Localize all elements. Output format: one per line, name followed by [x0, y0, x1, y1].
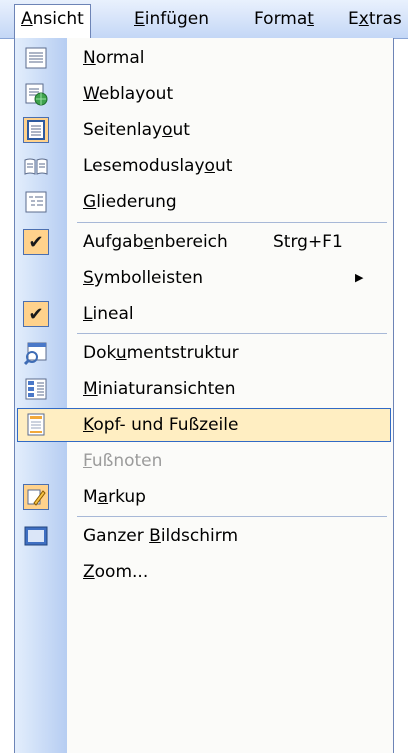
menu-item-symbolleisten[interactable]: Symbolleisten ▶ [15, 260, 393, 296]
menu-item-markup[interactable]: Markup [15, 479, 393, 515]
menu-separator [77, 222, 387, 223]
menubar-item-einfuegen[interactable]: Einfügen [128, 4, 215, 34]
outline-view-icon [22, 188, 50, 216]
menu-item-gliederung[interactable]: Gliederung [15, 184, 393, 220]
menu-item-zoom[interactable]: Zoom... [15, 554, 393, 590]
menu-item-normal[interactable]: Normal [15, 40, 393, 76]
menu-item-lesemoduslayout[interactable]: Lesemoduslayout [15, 148, 393, 184]
menu-separator [77, 516, 387, 517]
reading-layout-icon [22, 152, 50, 180]
menu-item-miniaturansichten[interactable]: Miniaturansichten [15, 371, 393, 407]
full-screen-icon [22, 522, 50, 550]
submenu-arrow-icon: ▶ [355, 271, 364, 284]
thumbnails-icon [22, 375, 50, 403]
web-layout-icon [22, 80, 50, 108]
menubar-item-format[interactable]: Format [248, 4, 320, 34]
markup-icon [23, 484, 49, 510]
page-layout-icon [23, 117, 49, 143]
checkmark-icon: ✔ [23, 301, 49, 327]
checkmark-icon: ✔ [23, 229, 49, 255]
menu-item-seitenlayout[interactable]: Seitenlayout [15, 112, 393, 148]
document-map-icon [22, 339, 50, 367]
menu-item-aufgabenbereich[interactable]: ✔ Aufgabenbereich Strg+F1 [15, 224, 393, 260]
view-dropdown-menu: Normal Weblayout Seitenlayout Lesemodusl… [14, 38, 394, 753]
normal-view-icon [22, 44, 50, 72]
menubar-item-ansicht[interactable]: Ansicht [14, 4, 91, 38]
menu-bar: Ansicht Einfügen Format Extras [0, 0, 408, 39]
menu-separator [77, 333, 387, 334]
menu-item-fussnoten: Fußnoten [83, 451, 163, 471]
menu-item-lineal[interactable]: ✔ Lineal [15, 296, 393, 332]
menu-item-weblayout[interactable]: Weblayout [15, 76, 393, 112]
shortcut-label: Strg+F1 [273, 232, 343, 252]
menu-item-ganzer-bildschirm[interactable]: Ganzer Bildschirm [15, 518, 393, 554]
menubar-item-extras[interactable]: Extras [342, 4, 408, 34]
menu-item-kopf-und-fusszeile[interactable]: Kopf- und Fußzeile [15, 407, 393, 443]
menu-item-dokumentstruktur[interactable]: Dokumentstruktur [15, 335, 393, 371]
header-footer-icon [22, 411, 50, 439]
